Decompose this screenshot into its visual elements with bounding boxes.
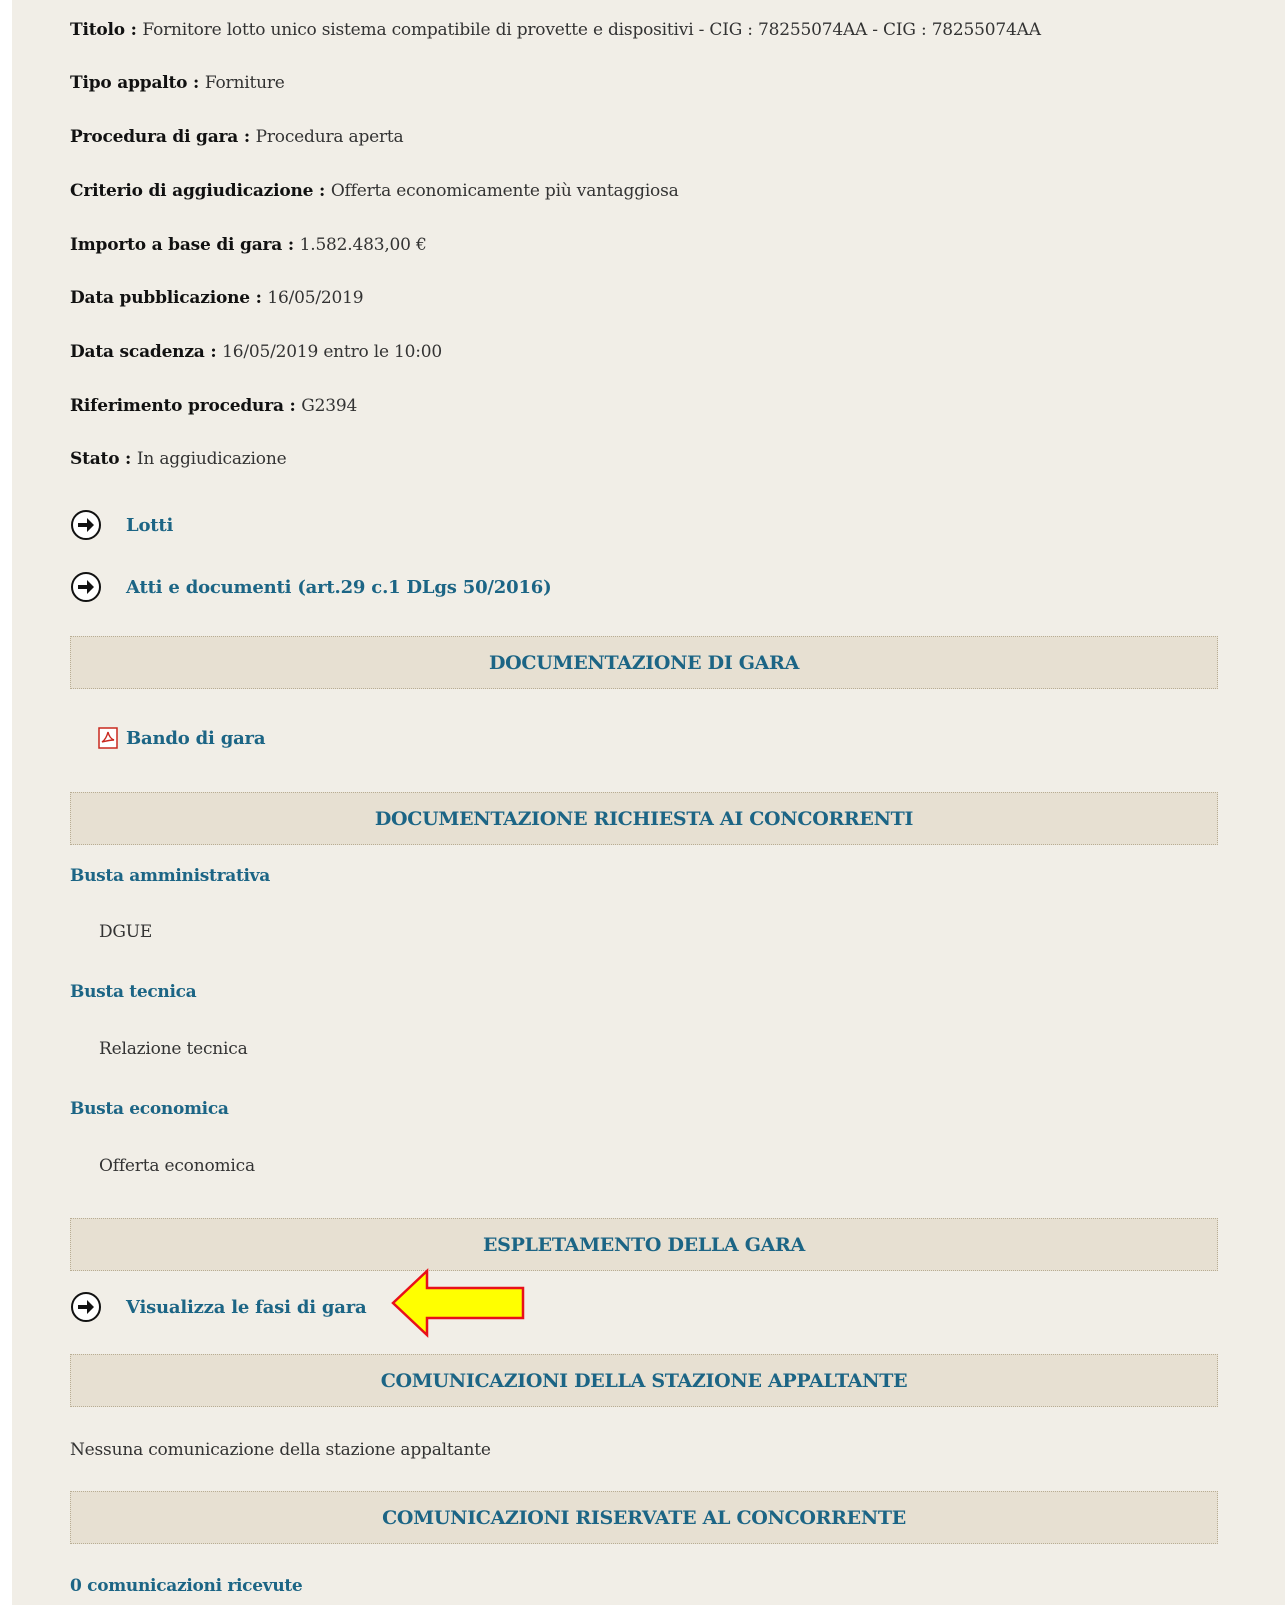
atti-documenti-link[interactable]: Atti e documenti (art.29 c.1 DLgs 50/201… (126, 577, 552, 598)
callout-arrow-icon (391, 1268, 525, 1338)
lotti-link-row[interactable]: Lotti (70, 509, 173, 541)
detail-titolo: Titolo : Fornitore lotto unico sistema c… (70, 20, 1041, 40)
fasi-link-row[interactable]: Visualizza le fasi di gara (70, 1291, 367, 1323)
detail-riferimento: Riferimento procedura : G2394 (70, 396, 358, 416)
circle-arrow-right-icon (71, 510, 101, 540)
atti-link-row[interactable]: Atti e documenti (art.29 c.1 DLgs 50/201… (70, 571, 552, 603)
busta-economica-link[interactable]: Busta economica (70, 1099, 229, 1119)
detail-importo: Importo a base di gara : 1.582.483,00 € (70, 235, 427, 255)
detail-data-scadenza: Data scadenza : 16/05/2019 entro le 10:0… (70, 342, 443, 362)
lotti-link[interactable]: Lotti (126, 515, 173, 536)
section-documentazione-richiesta: DOCUMENTAZIONE RICHIESTA AI CONCORRENTI (70, 792, 1218, 845)
comunicazioni-ricevute-link[interactable]: 0 comunicazioni ricevute (70, 1576, 303, 1596)
bando-row[interactable]: Bando di gara (98, 727, 266, 749)
detail-procedura: Procedura di gara : Procedura aperta (70, 127, 404, 147)
detail-criterio: Criterio di aggiudicazione : Offerta eco… (70, 181, 679, 201)
doc-dgue: DGUE (99, 922, 153, 942)
busta-tecnica-link[interactable]: Busta tecnica (70, 982, 197, 1002)
detail-stato: Stato : In aggiudicazione (70, 449, 287, 469)
circle-arrow-right-icon (71, 1292, 101, 1322)
detail-tipo-appalto: Tipo appalto : Forniture (70, 73, 285, 93)
section-espletamento: ESPLETAMENTO DELLA GARA (70, 1218, 1218, 1271)
doc-relazione-tecnica: Relazione tecnica (99, 1039, 248, 1059)
section-documentazione-gara: DOCUMENTAZIONE DI GARA (70, 636, 1218, 689)
section-comunicazioni-stazione: COMUNICAZIONI DELLA STAZIONE APPALTANTE (70, 1354, 1218, 1407)
nessuna-comunicazione-text: Nessuna comunicazione della stazione app… (70, 1440, 491, 1460)
busta-amministrativa-link[interactable]: Busta amministrativa (70, 866, 270, 886)
circle-arrow-right-icon (71, 572, 101, 602)
visualizza-fasi-link[interactable]: Visualizza le fasi di gara (126, 1297, 367, 1318)
bando-link[interactable]: Bando di gara (126, 728, 266, 749)
section-comunicazioni-riservate: COMUNICAZIONI RISERVATE AL CONCORRENTE (70, 1491, 1218, 1544)
pdf-icon (98, 727, 118, 749)
detail-data-pubblicazione: Data pubblicazione : 16/05/2019 (70, 288, 364, 308)
doc-offerta-economica: Offerta economica (99, 1156, 255, 1176)
